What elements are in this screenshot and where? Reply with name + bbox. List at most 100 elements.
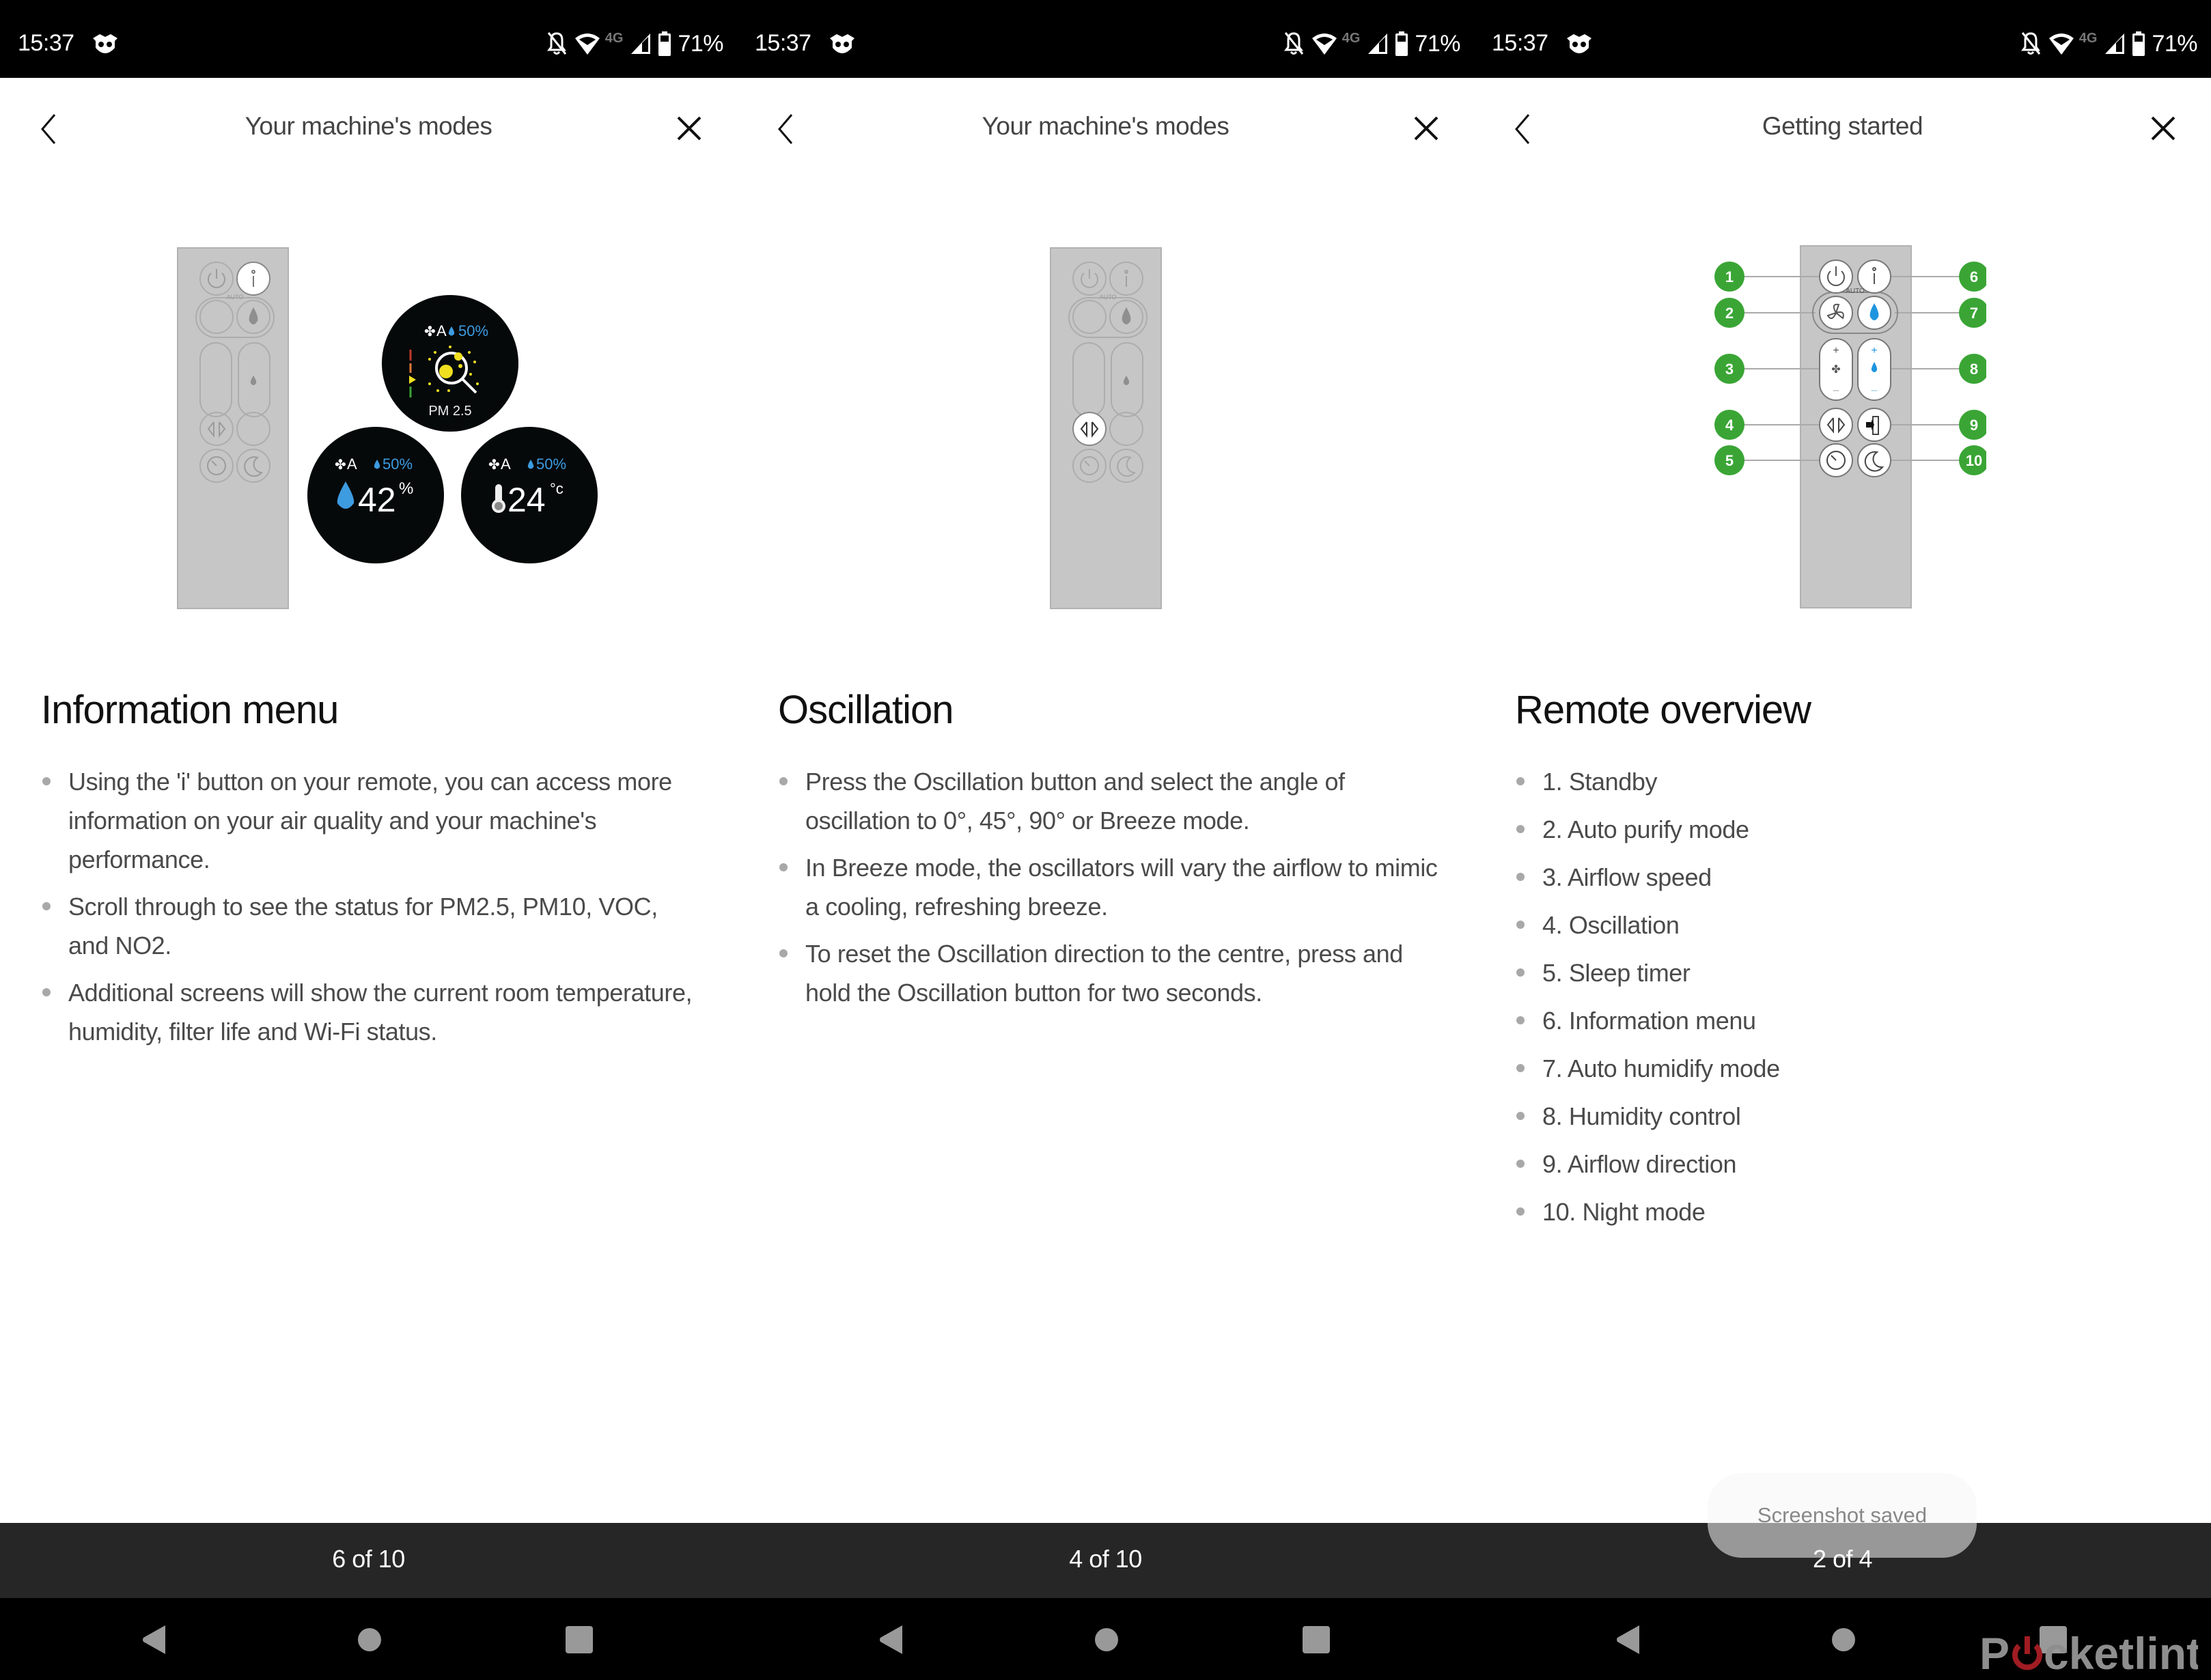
list-item: In Breeze mode, the oscillators will var…	[778, 848, 1440, 926]
screen-label: PM 2.5	[428, 404, 471, 419]
remote-buttons: AUTO	[195, 262, 275, 483]
section-heading: Information menu	[41, 688, 339, 732]
remote-overview-diagram: AUTO + ✤ – + – 1 2 3 4 5 6 7 8 9 10	[1714, 245, 1986, 608]
battery-icon	[2132, 31, 2145, 56]
bullet-dot	[1516, 873, 1525, 881]
bullet-dot	[1516, 1016, 1525, 1024]
list-item: Using the 'i' button on your remote, you…	[41, 762, 703, 879]
nav-back-icon[interactable]	[142, 1625, 167, 1654]
cell-signal-icon	[1368, 33, 1388, 54]
app-header: Your machine's modes	[0, 78, 737, 178]
bullet-dot	[779, 863, 788, 871]
bullet-dot	[42, 988, 51, 996]
nav-recents-icon[interactable]	[566, 1626, 593, 1653]
page-title: Your machine's modes	[982, 112, 1229, 140]
nav-back-icon[interactable]	[1616, 1625, 1641, 1654]
list-item: 8. Humidity control	[1515, 1097, 2177, 1136]
bullet-dot	[1516, 921, 1525, 929]
auto-label: AUTO	[227, 294, 244, 300]
nav-home-icon[interactable]	[358, 1628, 381, 1651]
list-item: 10. Night mode	[1515, 1192, 2177, 1231]
svg-text:%: %	[399, 479, 413, 498]
svg-text:50%: 50%	[536, 456, 566, 473]
owl-app-icon	[830, 34, 854, 53]
notifications-muted-icon	[546, 32, 566, 55]
nav-back-icon[interactable]	[879, 1625, 904, 1654]
list-item: 2. Auto purify mode	[1515, 810, 2177, 849]
auto-label: AUTO	[1100, 294, 1117, 300]
callout-number: 10	[1966, 452, 1982, 469]
system-nav-bar	[0, 1598, 737, 1680]
status-time: 15:37	[1492, 30, 1548, 56]
humidity-reading: 42	[358, 481, 396, 519]
bullet-dot	[42, 902, 51, 910]
remote-illustration: AUTO + ✤ – + – 1 2 3 4 5 6 7 8 9 10	[1474, 232, 2211, 628]
bullet-list: Using the 'i' button on your remote, you…	[41, 762, 703, 1051]
owl-app-icon	[1567, 34, 1591, 53]
bullet-dot	[1516, 1160, 1525, 1168]
temperature-reading: 24	[507, 481, 546, 519]
network-type: 4G	[604, 30, 624, 46]
remote-illustration: AUTO ✤ A 50% PM 2.5 ✤ A 50% 42 % ✤ A 50%…	[0, 232, 737, 628]
battery-percent: 71%	[678, 30, 723, 57]
svg-text:✤: ✤	[488, 458, 500, 473]
bullet-dot	[42, 777, 51, 785]
timer-icon	[207, 456, 226, 475]
close-icon[interactable]	[2148, 113, 2178, 143]
svg-text:cketlint: cketlint	[2044, 1628, 2198, 1676]
pager-bar: 6 of 10	[0, 1523, 737, 1598]
svg-text:+: +	[1871, 345, 1877, 356]
close-icon[interactable]	[674, 113, 704, 143]
svg-text:°c: °c	[550, 480, 564, 497]
callout-number: 1	[1725, 268, 1734, 285]
list-item: 6. Information menu	[1515, 1001, 2177, 1040]
bullet-dot	[1516, 1112, 1525, 1120]
panel-remote-overview: 15:37 4G 71% Getting started AUTO + ✤ – …	[1474, 0, 2211, 1680]
pocketlint-watermark: P cketlint	[1979, 1628, 2198, 1676]
callout-number: 3	[1725, 361, 1734, 378]
status-time: 15:37	[18, 30, 74, 56]
list-item: 1. Standby	[1515, 762, 2177, 801]
bullet-list: Press the Oscillation button and select …	[778, 762, 1440, 1012]
panel-oscillation: 15:37 4G 71% Your machine's modes AUTO O…	[737, 0, 1474, 1680]
callout-number: 8	[1970, 361, 1978, 378]
humidity-drop-icon	[249, 307, 258, 324]
auto-label: AUTO	[1846, 288, 1865, 295]
bullet-dot	[1516, 968, 1525, 977]
remote-buttons: AUTO	[1068, 262, 1148, 483]
oscillation-icon	[207, 421, 226, 438]
owl-app-icon	[93, 34, 117, 53]
svg-text:✤: ✤	[335, 458, 346, 473]
bullet-dot	[779, 777, 788, 785]
list-item: 3. Airflow speed	[1515, 858, 2177, 897]
wifi-icon	[1311, 33, 1337, 55]
callout-number: 4	[1725, 417, 1734, 434]
callout-number: 2	[1725, 305, 1734, 322]
callout-number: 5	[1725, 452, 1734, 469]
svg-text:A: A	[347, 456, 357, 473]
close-icon[interactable]	[1411, 113, 1441, 143]
status-bar: 15:37 4G 71%	[1474, 0, 2211, 78]
content: Remote overview 1. Standby 2. Auto purif…	[1515, 683, 2177, 1240]
power-icon	[208, 269, 225, 288]
toast-message: Screenshot saved	[1757, 1503, 1928, 1527]
notifications-muted-icon	[2020, 32, 2040, 55]
toast-notification: Screenshot saved	[1708, 1473, 1977, 1558]
remote-illustration: AUTO	[737, 232, 1474, 628]
callout-number: 7	[1970, 305, 1978, 322]
fan-auto-indicator: ✤	[424, 324, 436, 339]
nav-recents-icon[interactable]	[1303, 1626, 1330, 1653]
svg-text:✤: ✤	[1831, 364, 1840, 376]
pager-bar: 4 of 10	[737, 1523, 1474, 1598]
humidity-drop-icon	[337, 481, 354, 509]
list-item: 7. Auto humidify mode	[1515, 1049, 2177, 1088]
list-item: To reset the Oscillation direction to th…	[778, 934, 1440, 1012]
nav-home-icon[interactable]	[1095, 1628, 1118, 1651]
nav-home-icon[interactable]	[1832, 1628, 1855, 1651]
display-screen-humidity: ✤ A 50% 42 %	[307, 427, 444, 563]
bullet-dot	[1516, 777, 1525, 785]
svg-text:A: A	[436, 322, 447, 339]
section-heading: Remote overview	[1515, 688, 1811, 732]
bullet-dot	[779, 949, 788, 957]
night-mode-icon	[244, 456, 264, 477]
